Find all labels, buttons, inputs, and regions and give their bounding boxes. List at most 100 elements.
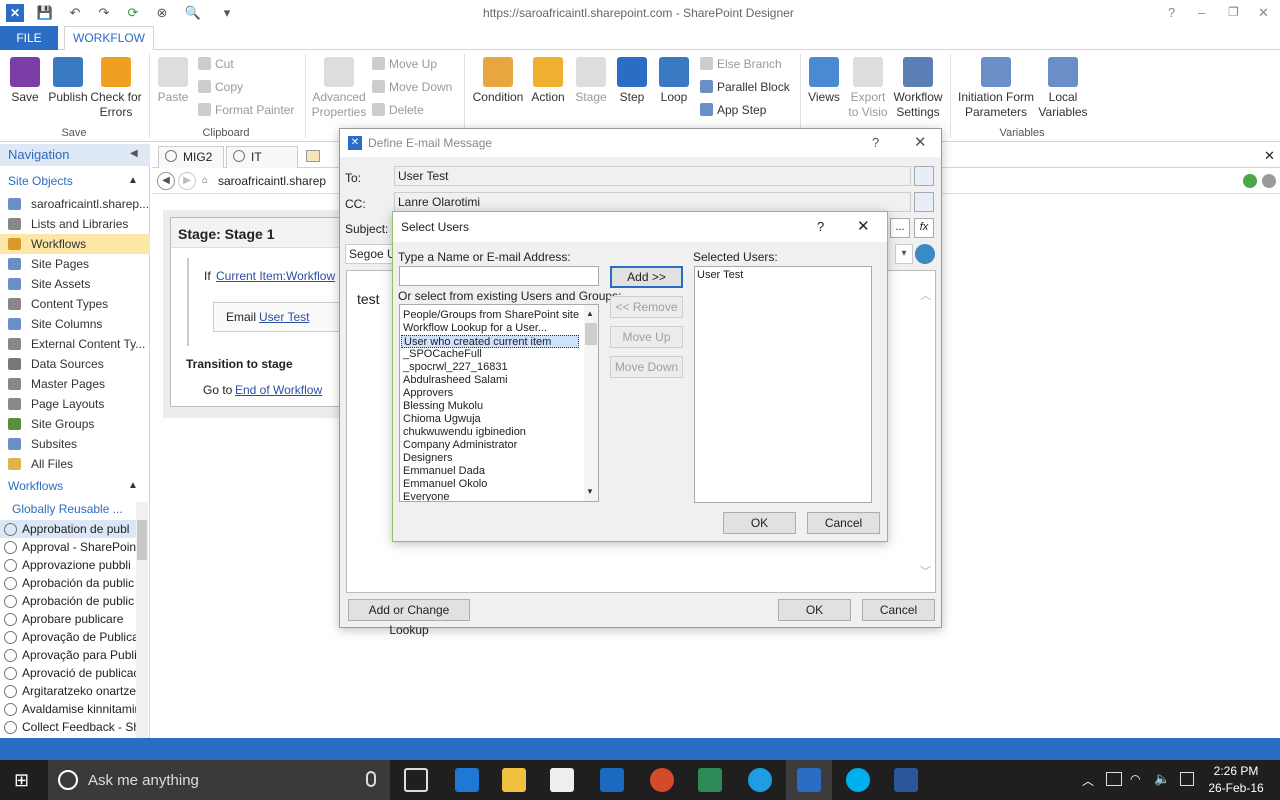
site-object-item[interactable]: Data Sources xyxy=(0,354,150,374)
tab-mig2[interactable]: MIG2 xyxy=(158,146,224,168)
user-group-item[interactable]: Workflow Lookup for a User... xyxy=(401,322,579,335)
cut-button[interactable]: Cut xyxy=(198,57,234,72)
add-change-lookup-button[interactable]: Add or Change Lookup xyxy=(348,599,470,637)
user-group-item[interactable]: Company Administrator xyxy=(401,439,579,452)
site-object-item[interactable]: Subsites xyxy=(0,434,150,454)
workflow-list-item[interactable]: Aprobación da public xyxy=(0,574,136,592)
action-button[interactable]: Action xyxy=(526,57,570,105)
close-icon[interactable]: ✕ xyxy=(914,133,927,151)
chrome-icon[interactable] xyxy=(650,768,674,792)
user-group-item[interactable]: Abdulrasheed Salami xyxy=(401,374,579,387)
site-object-item[interactable]: Site Columns xyxy=(0,314,150,334)
local-variables-button[interactable]: Local Variables xyxy=(1037,57,1089,120)
site-object-item[interactable]: Workflows xyxy=(0,234,150,254)
outlook-icon[interactable] xyxy=(600,768,624,792)
workflow-list-item[interactable]: Avaldamise kinnitamin xyxy=(0,700,136,718)
check-for-errors-button[interactable]: Check for Errors xyxy=(90,57,142,120)
name-input[interactable] xyxy=(399,266,599,286)
views-button[interactable]: Views xyxy=(804,57,844,105)
user-group-item[interactable]: People/Groups from SharePoint site... xyxy=(401,309,579,322)
condition-link[interactable]: Current Item:Workflow xyxy=(216,269,335,283)
user-group-item[interactable]: User who created current item xyxy=(401,335,579,348)
back-icon[interactable]: ◀ xyxy=(157,172,175,190)
chevron-up-icon[interactable]: ︿ xyxy=(1082,772,1094,789)
remove-user-button[interactable]: << Remove xyxy=(610,296,683,318)
select-users-cancel-button[interactable]: Cancel xyxy=(807,512,880,534)
email-recipient-link[interactable]: User Test xyxy=(259,310,309,324)
goto-link[interactable]: End of Workflow xyxy=(235,383,322,397)
skype-icon[interactable] xyxy=(846,768,870,792)
export-to-visio-button[interactable]: Export to Visio xyxy=(844,57,892,120)
scroll-down-icon[interactable]: ▼ xyxy=(586,487,594,496)
workflow-settings-button[interactable]: Workflow Settings xyxy=(892,57,944,120)
to-field[interactable]: User Test xyxy=(394,166,911,186)
workflows-header[interactable]: Workflows xyxy=(8,479,63,493)
tab-file[interactable]: FILE xyxy=(0,26,58,50)
email-cancel-button[interactable]: Cancel xyxy=(862,599,935,621)
subject-ellipsis-button[interactable]: ... xyxy=(890,218,910,238)
site-object-item[interactable]: Lists and Libraries xyxy=(0,214,150,234)
close-doc-icon[interactable]: ✕ xyxy=(1264,148,1275,164)
volume-icon[interactable]: 🔈 xyxy=(1154,771,1170,787)
refresh-icon[interactable] xyxy=(1243,174,1257,188)
folder-icon[interactable] xyxy=(306,150,320,162)
stop-icon[interactable]: ⊗ xyxy=(153,4,171,22)
scrollbar-thumb[interactable] xyxy=(585,323,597,345)
sharepoint-designer-icon[interactable] xyxy=(797,768,821,792)
move-up-button[interactable]: Move Up xyxy=(372,57,437,72)
site-object-item[interactable]: Master Pages xyxy=(0,374,150,394)
workflow-list-item[interactable]: Aprovació de publicac xyxy=(0,664,136,682)
tab-it-ticket[interactable]: IT ticket xyxy=(226,146,298,184)
save-button[interactable]: Save xyxy=(4,57,46,105)
app-step-button[interactable]: App Step xyxy=(700,103,766,118)
wifi-icon[interactable]: ◠ xyxy=(1130,772,1140,786)
chevron-down-icon[interactable]: ▾ xyxy=(895,244,913,264)
file-explorer-icon[interactable] xyxy=(502,768,526,792)
help-icon[interactable]: ? xyxy=(872,135,879,150)
address-book-icon[interactable] xyxy=(914,166,934,186)
help-icon[interactable]: ? xyxy=(817,219,824,234)
globe-icon[interactable] xyxy=(915,244,935,264)
user-group-item[interactable]: Chioma Ugwuja xyxy=(401,413,579,426)
collapse-nav-icon[interactable]: ◀ xyxy=(130,148,138,159)
user-group-item[interactable]: Emmanuel Okolo xyxy=(401,478,579,491)
parallel-block-button[interactable]: Parallel Block xyxy=(700,80,790,95)
site-object-item[interactable]: External Content Ty... xyxy=(0,334,150,354)
redo-icon[interactable]: ↷ xyxy=(95,4,113,22)
scrollbar-thumb[interactable] xyxy=(137,520,147,560)
task-view-icon[interactable] xyxy=(404,768,428,792)
user-group-item[interactable]: Everyone xyxy=(401,491,579,501)
site-object-item[interactable]: All Files xyxy=(0,454,150,474)
skype-business-icon[interactable] xyxy=(748,768,772,792)
home-icon[interactable]: ⌂ xyxy=(202,175,208,186)
format-painter-button[interactable]: Format Painter xyxy=(198,103,294,118)
scroll-up-icon[interactable]: ︿ xyxy=(920,287,931,303)
users-groups-list[interactable]: People/Groups from SharePoint site... Wor… xyxy=(399,304,599,502)
forward-icon[interactable]: ▶ xyxy=(178,172,196,190)
workflow-list-item[interactable]: Aprovação de Publica xyxy=(0,628,136,646)
minimize-button[interactable]: – xyxy=(1198,5,1205,20)
move-down-button[interactable]: Move Down xyxy=(610,356,683,378)
else-branch-button[interactable]: Else Branch xyxy=(700,57,782,72)
nav-scrollbar[interactable] xyxy=(136,502,148,738)
paste-button[interactable]: Paste xyxy=(154,57,192,105)
user-group-item[interactable]: Emmanuel Dada xyxy=(401,465,579,478)
refresh-icon[interactable]: ⟳ xyxy=(124,4,142,22)
globally-reusable-header[interactable]: Globally Reusable ... xyxy=(12,502,123,516)
save-icon[interactable]: 💾 xyxy=(36,4,54,22)
user-group-item[interactable]: _SPOCacheFull xyxy=(401,348,579,361)
store-icon[interactable] xyxy=(550,768,574,792)
scroll-down-icon[interactable]: ﹀ xyxy=(920,563,931,579)
step-button[interactable]: Step xyxy=(612,57,652,105)
customize-icon[interactable]: ▾ xyxy=(218,4,236,22)
user-group-item[interactable]: chukwuwendu igbinedion xyxy=(401,426,579,439)
stage-button[interactable]: Stage xyxy=(570,57,612,105)
close-button[interactable]: ✕ xyxy=(1258,5,1269,21)
workflow-list-item[interactable]: Collect Feedback - Sh xyxy=(0,718,136,736)
selected-users-list[interactable]: User Test xyxy=(694,266,872,503)
subject-fx-button[interactable]: fx xyxy=(914,218,934,238)
publish-button[interactable]: Publish xyxy=(46,57,90,105)
word-icon[interactable] xyxy=(894,768,918,792)
workflow-list-item[interactable]: Approvazione pubbli xyxy=(0,556,136,574)
selected-user-item[interactable]: User Test xyxy=(697,269,743,281)
